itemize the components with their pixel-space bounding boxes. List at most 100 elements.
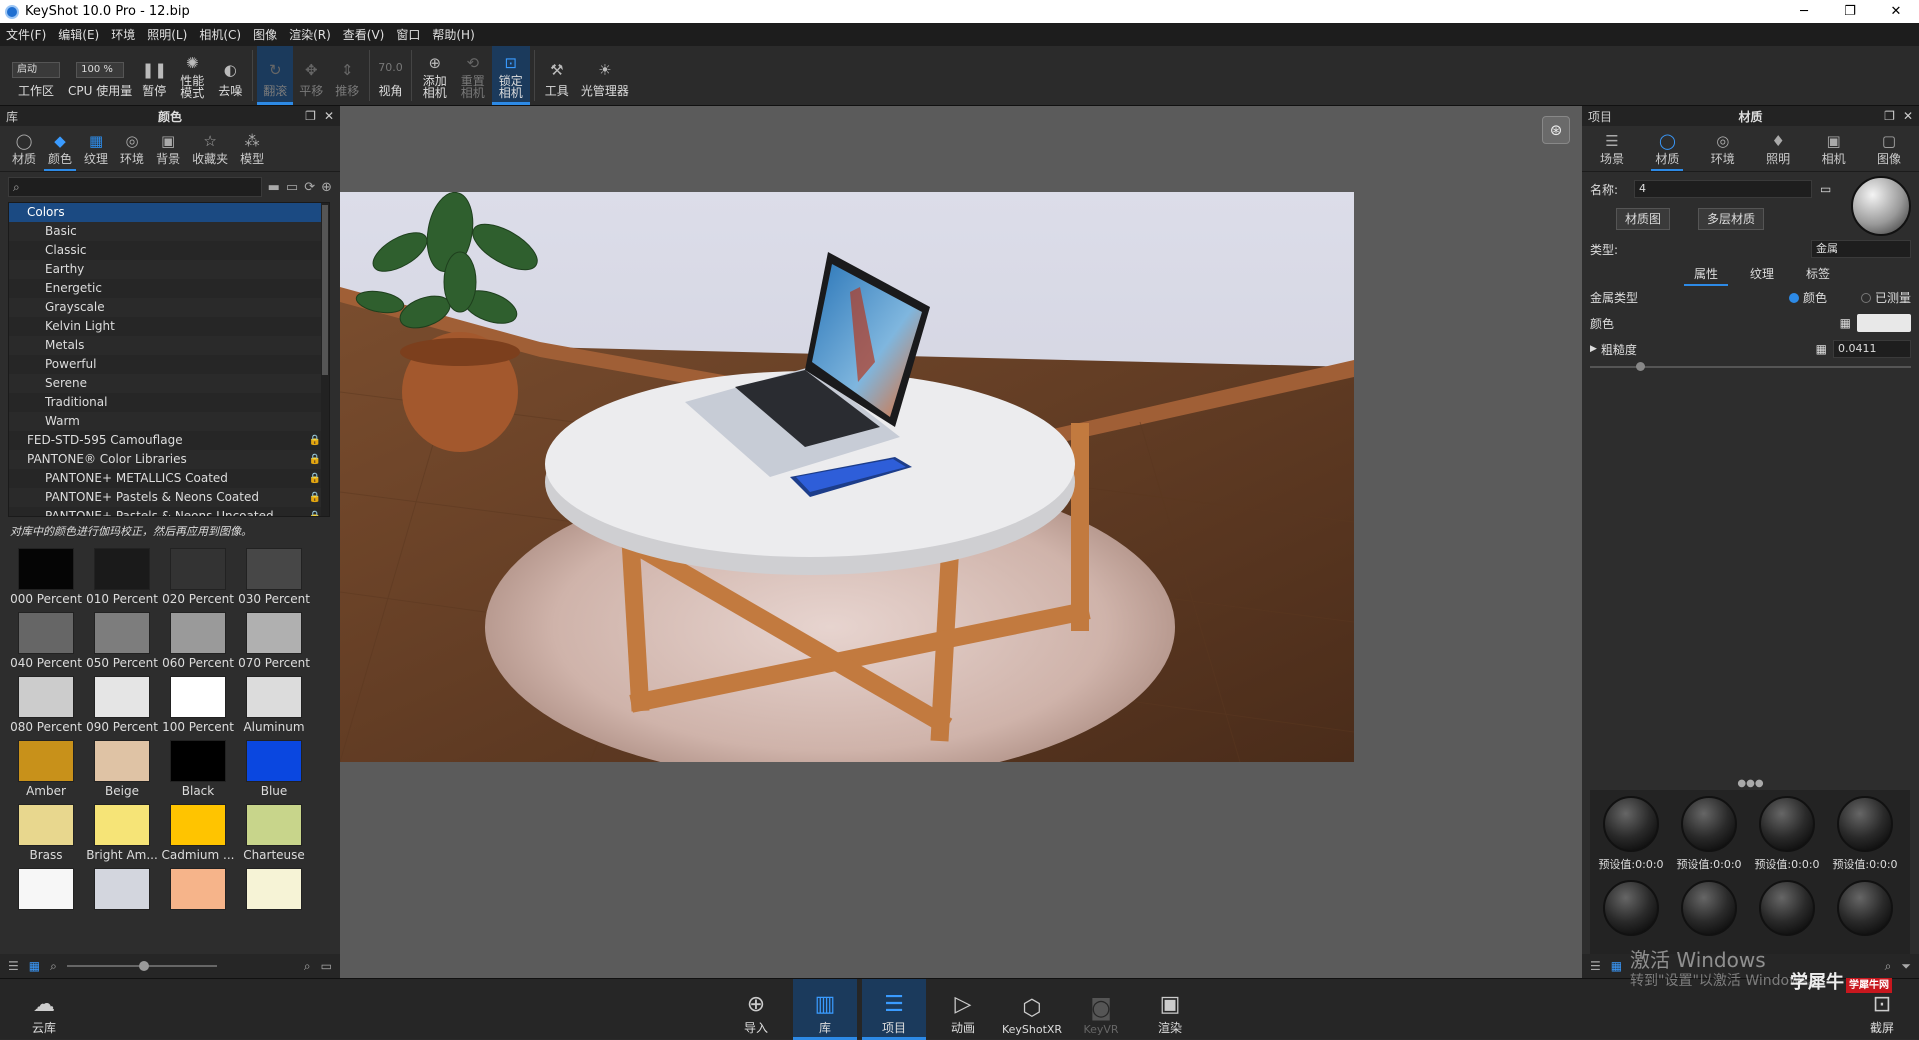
material-name-input[interactable]: 4 — [1634, 180, 1812, 198]
color-swatch[interactable]: 050 Percent — [84, 609, 160, 673]
menu-file[interactable]: 文件(F) — [6, 26, 46, 43]
material-preview-sphere[interactable] — [1851, 176, 1911, 236]
color-swatch[interactable]: 100 Percent — [160, 673, 236, 737]
grid-view-icon[interactable]: ▦ — [29, 959, 40, 973]
color-swatch[interactable]: 000 Percent — [8, 545, 84, 609]
keyshotxr-button[interactable]: ⬡ KeyShotXR — [1000, 979, 1064, 1040]
tree-item[interactable]: Serene — [9, 374, 329, 393]
close-button[interactable]: ✕ — [1873, 0, 1919, 23]
filter-icon[interactable]: ⏷ — [1901, 959, 1911, 974]
color-swatch[interactable]: 020 Percent — [160, 545, 236, 609]
color-swatch[interactable]: Beige — [84, 737, 160, 801]
tree-item[interactable]: Basic — [9, 222, 329, 241]
thumbnail-size-slider[interactable] — [66, 961, 217, 971]
cloud-library-button[interactable]: ☁ 云库 — [12, 979, 76, 1040]
radio-color[interactable]: 颜色 — [1788, 289, 1827, 306]
expand-arrow-icon[interactable]: ▶ — [1590, 344, 1597, 354]
color-swatch[interactable]: 090 Percent — [84, 673, 160, 737]
subtab-properties[interactable]: 属性 — [1678, 263, 1734, 286]
viewport-settings-icon[interactable]: ⊛ — [1542, 116, 1570, 144]
tumble-button[interactable]: ↻ 翻滚 — [257, 46, 294, 105]
list-view-icon[interactable]: ☰ — [1590, 959, 1601, 973]
tree-item[interactable]: PANTONE+ Pastels & Neons Uncoated 🔒 — [9, 507, 329, 516]
save-material-icon[interactable]: ▭ — [1820, 182, 1831, 196]
menu-environment[interactable]: 环境 — [111, 26, 135, 43]
render-viewport[interactable]: ⊛ — [340, 106, 1582, 978]
lock-camera-button[interactable]: ⊡ 锁定相机 — [491, 46, 530, 105]
roughness-slider[interactable] — [1590, 362, 1911, 372]
subtab-labels[interactable]: 标签 — [1790, 263, 1846, 284]
color-swatch[interactable]: 060 Percent — [160, 609, 236, 673]
tree-item[interactable]: PANTONE+ Pastels & Neons Coated 🔒 — [9, 488, 329, 507]
tab-environments[interactable]: ◎ 环境 — [114, 132, 150, 171]
color-swatch-button[interactable] — [1857, 314, 1911, 332]
library-toggle-button[interactable]: ▥ 库 — [793, 979, 857, 1040]
color-swatch[interactable]: Cool G... — [84, 865, 160, 913]
pause-button[interactable]: ❚❚ 暂停 — [136, 46, 172, 105]
tab-colors[interactable]: ◆ 颜色 — [42, 132, 78, 171]
menu-view[interactable]: 查看(V) — [343, 26, 385, 43]
tree-item[interactable]: Energetic — [9, 279, 329, 298]
tree-item[interactable]: Earthy — [9, 260, 329, 279]
color-swatch[interactable]: Brass — [8, 801, 84, 865]
color-swatch[interactable]: 070 Percent — [236, 609, 312, 673]
material-preset[interactable]: 预设值:0:0:0 — [1594, 796, 1668, 880]
color-swatch[interactable]: Charteuse — [236, 801, 312, 865]
color-swatch[interactable]: Black — [160, 737, 236, 801]
material-type-select[interactable]: 金属 — [1811, 240, 1911, 258]
material-preset[interactable] — [1594, 880, 1668, 954]
list-view-icon[interactable]: ☰ — [8, 959, 19, 973]
project-toggle-button[interactable]: ☰ 项目 — [862, 979, 926, 1040]
color-swatch[interactable]: Ch... — [8, 865, 84, 913]
reset-camera-button[interactable]: ⟲ 重置相机 — [454, 46, 492, 105]
tree-item[interactable]: Warm — [9, 412, 329, 431]
texture-map-icon[interactable]: ▦ — [1816, 342, 1827, 356]
grid-view-icon[interactable]: ▦ — [1611, 959, 1622, 973]
color-swatch[interactable]: Blue — [236, 737, 312, 801]
folder-icon[interactable]: ▬ — [268, 180, 280, 195]
material-preset[interactable] — [1750, 880, 1824, 954]
pan-button[interactable]: ✥ 平移 — [293, 46, 329, 105]
tree-item[interactable]: Classic — [9, 241, 329, 260]
tree-item[interactable]: PANTONE® Color Libraries 🔒 — [9, 450, 329, 469]
tab-textures[interactable]: ▦ 纹理 — [78, 132, 114, 171]
minimize-button[interactable]: ─ — [1781, 0, 1827, 23]
menu-window[interactable]: 窗口 — [396, 26, 420, 43]
tab-favorites[interactable]: ☆ 收藏夹 — [186, 132, 234, 171]
splitter-handle[interactable]: ●●● — [1582, 778, 1919, 789]
float-panel-icon[interactable]: ❐ — [1884, 109, 1895, 123]
open-folder-icon[interactable]: ▭ — [321, 959, 332, 973]
menu-render[interactable]: 渲染(R) — [289, 26, 331, 43]
tree-item[interactable]: FED-STD-595 Camouflage 🔒 — [9, 431, 329, 450]
menu-camera[interactable]: 相机(C) — [199, 26, 241, 43]
tree-item[interactable]: Colors — [9, 203, 329, 222]
tree-item[interactable]: PANTONE+ METALLICS Coated 🔒 — [9, 469, 329, 488]
color-swatch[interactable]: Co... — [160, 865, 236, 913]
tab-camera[interactable]: ▣ 相机 — [1816, 132, 1852, 171]
tab-material[interactable]: ◯ 材质 — [1649, 132, 1685, 171]
tab-environment[interactable]: ◎ 环境 — [1705, 132, 1741, 171]
workspace-select[interactable]: 启动 — [12, 62, 60, 78]
tree-item[interactable]: Powerful — [9, 355, 329, 374]
tree-item[interactable]: Traditional — [9, 393, 329, 412]
denoise-button[interactable]: ◐ 去噪 — [212, 46, 248, 105]
float-panel-icon[interactable]: ❐ — [305, 109, 316, 123]
material-preset[interactable]: 预设值:0:0:0 — [1672, 796, 1746, 880]
zoom-in-icon[interactable]: ⌕ — [304, 959, 311, 974]
keyvr-button[interactable]: ◙ KeyVR — [1069, 979, 1133, 1040]
maximize-button[interactable]: ❐ — [1827, 0, 1873, 23]
color-swatch[interactable]: Cr... — [236, 865, 312, 913]
render-button[interactable]: ▣ 渲染 — [1138, 979, 1202, 1040]
tab-materials[interactable]: ◯ 材质 — [6, 132, 42, 171]
color-swatch[interactable]: Aluminum — [236, 673, 312, 737]
texture-map-icon[interactable]: ▦ — [1840, 316, 1851, 330]
tree-item[interactable]: Metals — [9, 336, 329, 355]
tree-item[interactable]: Grayscale — [9, 298, 329, 317]
color-swatch[interactable]: Amber — [8, 737, 84, 801]
menu-image[interactable]: 图像 — [253, 26, 277, 43]
tab-backplates[interactable]: ▣ 背景 — [150, 132, 186, 171]
folder-add-icon[interactable]: ▭ — [286, 180, 298, 195]
close-panel-icon[interactable]: ✕ — [1903, 109, 1913, 123]
color-swatch[interactable]: 040 Percent — [8, 609, 84, 673]
color-swatch[interactable]: 030 Percent — [236, 545, 312, 609]
